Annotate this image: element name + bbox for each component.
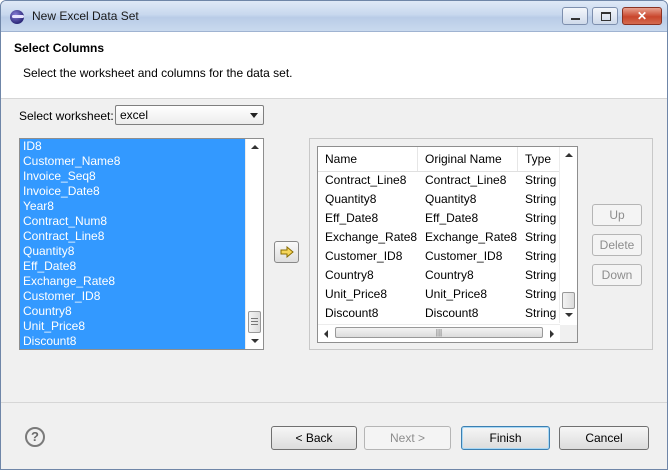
scroll-up-icon[interactable] [251,145,259,149]
list-item[interactable]: Quantity8 [20,244,246,259]
scroll-thumb[interactable] [248,311,261,333]
cell-type: String [525,287,557,301]
scroll-right-icon[interactable] [550,330,554,338]
list-item[interactable]: Contract_Num8 [20,214,246,229]
selected-columns-table[interactable]: Name Original Name Type Contract_Line8 Co… [317,146,578,343]
column-header-original-name[interactable]: Original Name [418,147,518,171]
cell-type: String [525,268,557,282]
grip-line [251,324,258,325]
eclipse-app-icon [10,10,24,24]
cell-name: Discount8 [325,306,379,320]
table-horizontal-scrollbar[interactable]: ||| [318,324,560,342]
table-row[interactable]: Unit_Price8 Unit_Price8 String [318,285,560,304]
table-body: Contract_Line8 Contract_Line8 String Quanti… [318,171,560,323]
table-row[interactable]: Discount8 Discount8 String [318,304,560,323]
maximize-button[interactable] [592,7,618,25]
table-row[interactable]: Quantity8 Quantity8 String [318,190,560,209]
list-item[interactable]: Discount8 [20,334,246,349]
list-item[interactable]: Invoice_Seq8 [20,169,246,184]
maximize-icon [601,12,611,21]
help-icon[interactable]: ? [25,427,45,447]
list-item[interactable]: Customer_Name8 [20,154,246,169]
available-columns-scrollbar[interactable] [245,139,263,349]
wizard-header: Select Columns Select the worksheet and … [1,32,667,99]
worksheet-value: excel [120,108,149,122]
finish-button[interactable]: Finish [461,426,550,450]
cell-name: Quantity8 [325,192,377,206]
delete-button[interactable]: Delete [592,234,642,256]
list-item[interactable]: Contract_Line8 [20,229,246,244]
add-columns-button[interactable] [274,241,299,263]
available-columns-list[interactable]: ID8 Customer_Name8 Invoice_Seq8 Invoice_Dat… [19,138,264,350]
cell-name: Customer_ID8 [325,249,403,263]
list-item[interactable]: Eff_Date8 [20,259,246,274]
cell-original-name: Contract_Line8 [425,173,507,187]
scroll-thumb[interactable] [562,292,575,309]
grip-line [251,321,258,322]
scroll-thumb[interactable]: ||| [335,327,543,338]
scroll-down-icon[interactable] [251,339,259,343]
selected-columns-group: Name Original Name Type Contract_Line8 Co… [309,138,653,350]
worksheet-select[interactable]: excel [115,105,264,125]
up-button[interactable]: Up [592,204,642,226]
table-row[interactable]: Contract_Line8 Contract_Line8 String [318,171,560,190]
cell-type: String [525,173,557,187]
available-columns-items: ID8 Customer_Name8 Invoice_Seq8 Invoice_Dat… [20,139,246,349]
down-button[interactable]: Down [592,264,642,286]
cell-original-name: Exchange_Rate8 [425,230,518,244]
arrow-right-icon [280,246,294,258]
grip-line [251,318,258,319]
cell-type: String [525,249,557,263]
cell-type: String [525,211,557,225]
close-button[interactable]: ✕ [622,7,662,25]
list-item[interactable]: Country8 [20,304,246,319]
cell-original-name: Quantity8 [425,192,477,206]
list-item[interactable]: Unit_Price8 [20,319,246,334]
table-vertical-scrollbar[interactable] [559,147,577,323]
list-item[interactable]: Invoice_Date8 [20,184,246,199]
cell-name: Exchange_Rate8 [325,230,418,244]
cell-name: Unit_Price8 [325,287,388,301]
scroll-left-icon[interactable] [324,330,328,338]
table-header: Name Original Name Type [318,147,560,172]
scroll-up-icon[interactable] [565,153,573,157]
cell-name: Contract_Line8 [325,173,407,187]
list-item[interactable]: Year8 [20,199,246,214]
worksheet-label: Select worksheet: [19,109,114,123]
list-item[interactable]: Exchange_Rate8 [20,274,246,289]
cell-original-name: Discount8 [425,306,479,320]
table-row[interactable]: Customer_ID8 Customer_ID8 String [318,247,560,266]
list-item[interactable]: ID8 [20,139,246,154]
cell-type: String [525,230,557,244]
cell-original-name: Eff_Date8 [425,211,479,225]
scrollbar-corner [560,325,577,342]
window-title: New Excel Data Set [32,9,139,23]
minimize-button[interactable] [562,7,588,25]
cell-name: Country8 [325,268,374,282]
cancel-button[interactable]: Cancel [559,426,649,450]
cell-name: Eff_Date8 [325,211,379,225]
list-item[interactable]: Customer_ID8 [20,289,246,304]
dialog-window: New Excel Data Set ✕ Select Columns Sele… [0,0,668,470]
table-row[interactable]: Eff_Date8 Eff_Date8 String [318,209,560,228]
back-button[interactable]: < Back [271,426,357,450]
page-description: Select the worksheet and columns for the… [23,66,293,80]
column-header-name[interactable]: Name [318,147,418,171]
column-header-type[interactable]: Type [518,147,560,171]
next-button[interactable]: Next > [364,426,451,450]
cell-original-name: Customer_ID8 [425,249,503,263]
page-title: Select Columns [14,41,105,55]
table-row[interactable]: Exchange_Rate8 Exchange_Rate8 String [318,228,560,247]
cell-type: String [525,306,557,320]
cell-original-name: Unit_Price8 [425,287,488,301]
table-row[interactable]: Country8 Country8 String [318,266,560,285]
scroll-down-icon[interactable] [565,313,573,317]
cell-type: String [525,192,557,206]
minimize-icon [571,18,580,20]
close-icon: ✕ [636,9,648,23]
cell-original-name: Country8 [425,268,474,282]
footer-divider [1,402,667,403]
chevron-down-icon [250,113,258,118]
title-bar: New Excel Data Set ✕ [1,1,667,32]
